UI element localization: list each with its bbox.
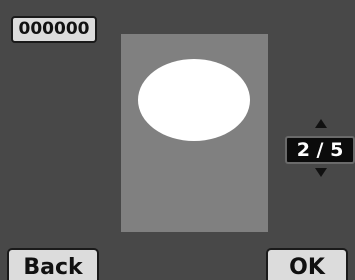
- triangle-down-icon[interactable]: [315, 168, 327, 177]
- ok-button[interactable]: OK: [266, 248, 348, 280]
- camera-screen: 000000 2 / 5 Back OK: [0, 0, 355, 280]
- image-preview: [121, 34, 268, 232]
- triangle-up-icon[interactable]: [315, 119, 327, 128]
- frame-counter: 000000: [11, 16, 97, 43]
- page-indicator: 2 / 5: [285, 136, 355, 164]
- preview-oval-shape: [138, 59, 250, 141]
- back-button[interactable]: Back: [7, 248, 99, 280]
